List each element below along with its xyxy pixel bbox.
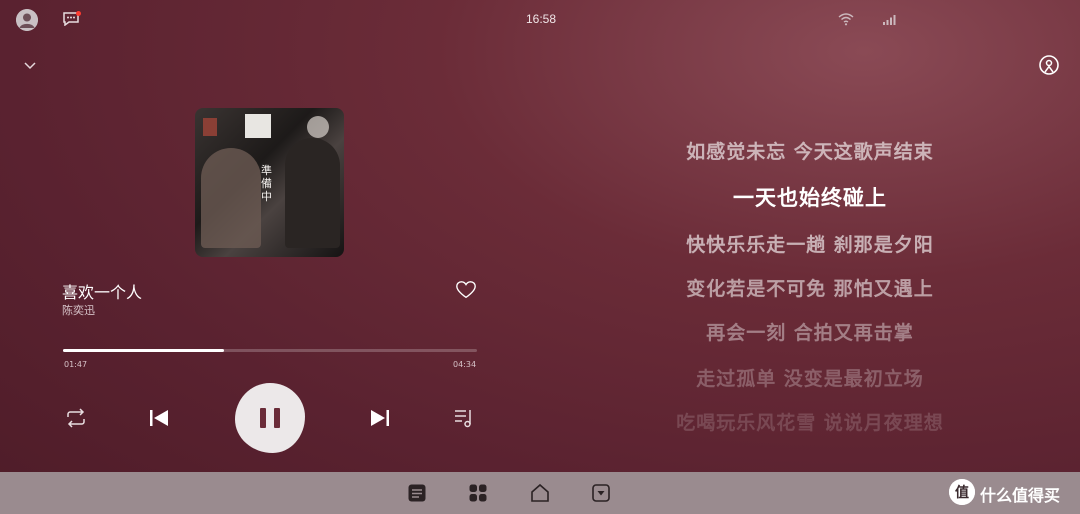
cover-photo-detail (245, 114, 271, 138)
lyric-line[interactable]: 如感觉未忘 今天这歌声结束 (580, 137, 1040, 164)
pause-button[interactable] (235, 383, 305, 453)
album-cover[interactable]: 準備中 (195, 108, 344, 257)
notification-dot (76, 11, 81, 16)
cover-photo-detail (203, 118, 217, 136)
lyric-line-active[interactable]: 一天也始终碰上 (580, 182, 1040, 212)
total-time: 04:34 (453, 360, 477, 369)
status-time: 16:58 (525, 12, 557, 26)
lyric-line[interactable]: 快快乐乐走一趟 刹那是夕阳 (580, 230, 1040, 257)
brand-logo: 值 (949, 479, 975, 505)
pause-icon (274, 408, 280, 428)
lyric-line[interactable]: 吃喝玩乐风花雪 说说月夜理想 (580, 408, 1040, 435)
brand-logo-icon: 值 (949, 479, 975, 505)
bottom-dock (0, 472, 1080, 514)
lyric-line[interactable]: 走过孤单 没变是最初立场 (580, 364, 1040, 391)
song-artist[interactable]: 陈奕迅 (62, 302, 95, 318)
lyric-line[interactable]: 变化若是不可免 那怕又遇上 (580, 274, 1040, 301)
svg-text:值: 值 (955, 484, 969, 501)
progress-bar[interactable] (63, 349, 477, 352)
next-icon[interactable] (368, 406, 392, 430)
apps-icon[interactable] (468, 483, 488, 503)
avatar[interactable] (16, 9, 38, 31)
user-icon (16, 9, 38, 31)
repeat-icon[interactable] (64, 407, 88, 429)
signal-icon (883, 15, 896, 25)
download-icon[interactable] (591, 483, 611, 503)
cover-figure-left (201, 148, 261, 248)
pause-icon (260, 408, 266, 428)
cover-figure-right (285, 138, 340, 248)
wifi-icon (838, 13, 854, 26)
progress-fill (63, 349, 225, 352)
cover-lamp (307, 116, 329, 138)
chevron-down-icon[interactable] (22, 57, 38, 73)
watermark-text: 什么值得买 (980, 486, 1061, 505)
home-icon[interactable] (530, 483, 550, 503)
cover-title: 準備中 (261, 164, 272, 203)
cast-icon[interactable] (1037, 53, 1061, 77)
playlist-icon[interactable] (452, 407, 476, 429)
list-icon[interactable] (407, 483, 427, 503)
previous-icon[interactable] (147, 406, 171, 430)
heart-icon[interactable] (455, 279, 477, 301)
elapsed-time: 01:47 (64, 360, 88, 369)
lyric-line[interactable]: 再会一刻 合拍又再击掌 (580, 318, 1040, 345)
song-title: 喜欢一个人 (62, 283, 143, 302)
